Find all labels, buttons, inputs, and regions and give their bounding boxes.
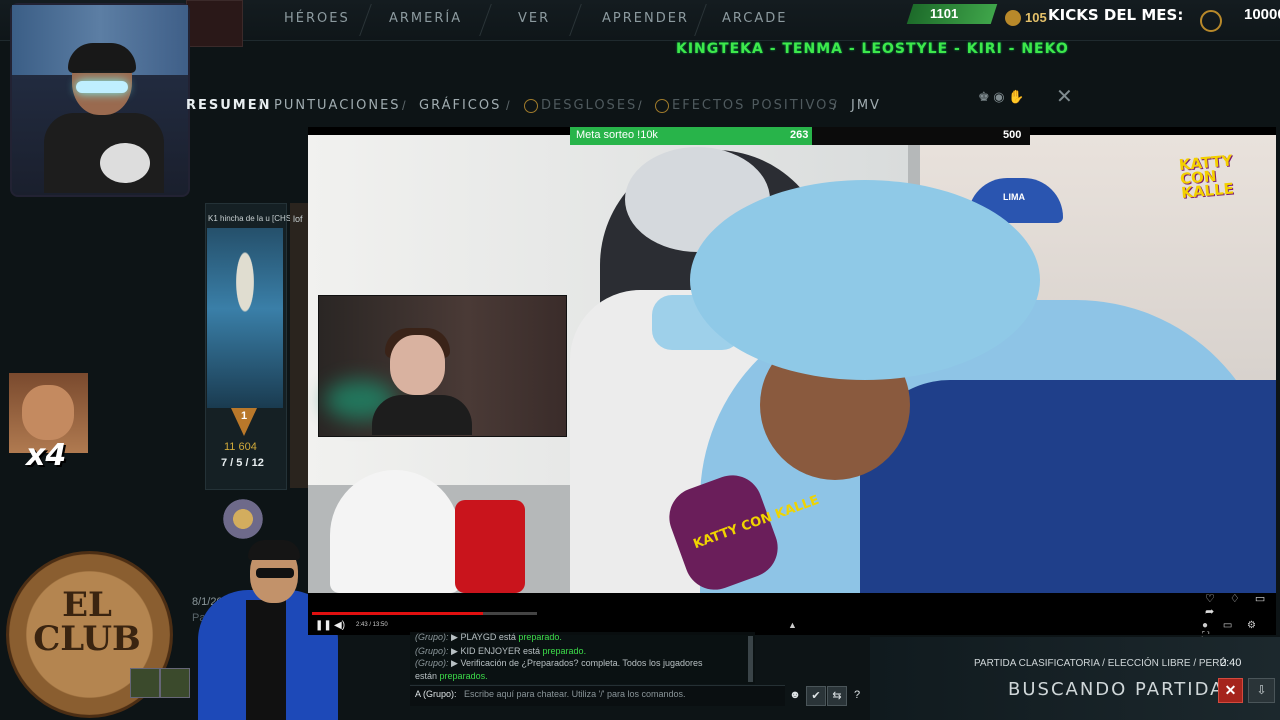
kicks-value: 10000 <box>1244 6 1280 23</box>
webcam-glasses <box>76 81 128 93</box>
matchmaking-timer: 2:40 <box>1220 657 1242 669</box>
video-hairnet <box>690 180 1040 380</box>
video-progress-fill <box>312 612 483 615</box>
tab-graphs[interactable]: GRÁFICOS <box>419 98 501 113</box>
cancel-search-button[interactable]: ✕ <box>1218 678 1243 703</box>
tab-separator: / <box>833 98 837 113</box>
help-icon[interactable]: ? <box>848 686 866 704</box>
chat-text: ¿Preparados? completa. Todos los jugador… <box>521 658 703 668</box>
nav-heroes[interactable]: HÉROES <box>284 11 350 26</box>
plus-lock-icon <box>655 99 669 113</box>
chat-status: preparado. <box>542 646 587 656</box>
plus-lock-icon <box>524 99 538 113</box>
chat-text: está <box>523 646 541 656</box>
goal-label: Meta sorteo !10k <box>576 129 658 141</box>
chat-channel: (Grupo): <box>415 632 449 642</box>
video-jacket <box>860 380 1276 593</box>
chat-channel: (Grupo): <box>415 646 449 656</box>
tab-separator: / <box>258 98 262 113</box>
net-worth: 11 604 <box>224 441 257 453</box>
chat-arrow-icon: ▶ <box>451 646 458 656</box>
goal-target: 500 <box>1003 129 1022 141</box>
tab-breakdowns[interactable]: DESGLOSES <box>541 98 637 113</box>
chat-scrollbar[interactable] <box>748 636 753 682</box>
emote-count: x4 <box>26 438 67 473</box>
kda-score: 7 / 5 / 12 <box>221 457 264 469</box>
chat-player: Verificación de <box>460 658 520 668</box>
webcam-cap <box>68 43 136 73</box>
tab-buffs[interactable]: EFECTOS POSITIVOS <box>672 98 839 113</box>
video-action-icons[interactable]: ♡ ♢ ▭ ➦ <box>1205 592 1280 618</box>
hero-portrait <box>207 228 283 408</box>
player-card[interactable] <box>290 203 308 488</box>
item-tile <box>130 668 160 698</box>
chevron-up-icon[interactable]: ▲ <box>788 620 797 630</box>
dota-logo-icon[interactable] <box>186 0 243 47</box>
chat-placeholder: Escribe aquí para chatear. Utiliza '/' p… <box>464 689 686 699</box>
video-white-container <box>330 470 460 593</box>
chat-player: están <box>415 671 438 681</box>
video-time: 2:43 / 13:50 <box>356 622 388 628</box>
close-icon[interactable]: ✕ <box>1056 84 1073 109</box>
webcam-shirt-graphic <box>100 143 150 183</box>
chat-text: está <box>498 632 516 642</box>
volume-icon[interactable]: ◀) <box>334 620 345 631</box>
chat-wheel-button[interactable]: ⇆ <box>827 686 847 706</box>
tab-separator: / <box>638 98 642 113</box>
chat-player: PLAYGD <box>460 632 497 642</box>
chat-status: preparados. <box>439 671 488 681</box>
emoji-icon[interactable]: ☻ <box>786 686 804 704</box>
minimize-search-button[interactable]: ⇩ <box>1248 678 1275 703</box>
tab-separator: / <box>506 98 510 113</box>
chat-line: (Grupo): ▶ PLAYGD está preparado. <box>415 632 562 643</box>
cutout-sunglasses <box>256 568 294 578</box>
gold-value: 105 <box>1025 10 1047 25</box>
cutout-person-shirt <box>246 600 286 720</box>
channel-logo: KATTY CON KALLE <box>1178 151 1235 202</box>
chat-line: (Grupo): ▶ Verificación de ¿Preparados? … <box>415 658 702 669</box>
medal-icon <box>218 498 268 540</box>
matchmaking-mode: PARTIDA CLASIFICATORIA / ELECCIÓN LIBRE … <box>974 658 1227 669</box>
club-logo-text: EL CLUB <box>33 585 141 659</box>
chat-line: (Grupo): ▶ KID ENJOYER está preparado. <box>415 646 586 657</box>
inset-person-body <box>372 395 472 435</box>
cutout-person-hair <box>248 540 300 560</box>
chat-status: preparado. <box>518 632 562 642</box>
matchmaking-status: BUSCANDO PARTIDA <box>1008 679 1225 700</box>
tab-mvp[interactable]: JMV <box>851 98 881 113</box>
item-tile <box>160 668 190 698</box>
pause-icon[interactable]: ❚❚ <box>315 620 332 631</box>
goal-current: 263 <box>790 129 809 141</box>
chat-channel: (Grupo): <box>415 658 449 668</box>
rank-number: 1 <box>241 410 248 422</box>
winners-ticker: KINGTEKA - TENMA - LEOSTYLE - KIRI - NEK… <box>676 41 1069 57</box>
chat-channel-prefix: A (Grupo): <box>415 689 457 699</box>
chat-arrow-icon: ▶ <box>451 632 458 642</box>
mmr-value: 1101 <box>930 6 959 21</box>
chat-arrow-icon: ▶ <box>451 658 458 668</box>
tab-separator: / <box>402 98 406 113</box>
chat-line: están preparados. <box>415 671 488 681</box>
emote-face <box>22 385 74 440</box>
nav-watch[interactable]: VER <box>518 11 550 26</box>
header-tools-icon[interactable]: ♚ ◉ ✋ <box>978 89 1024 105</box>
player-name: K1 hincha de la u [CHSA] <box>208 214 299 223</box>
player-name: lof <box>293 214 303 224</box>
item-tiles <box>130 668 190 698</box>
nav-armory[interactable]: ARMERÍA <box>389 11 462 26</box>
shards-icon <box>1200 10 1222 32</box>
kicks-label: KICKS DEL MES: <box>1048 6 1184 24</box>
inset-person-head <box>390 335 445 395</box>
nav-arcade[interactable]: ARCADE <box>722 11 787 26</box>
video-red-container <box>455 500 525 593</box>
video-cap-text: LIMA <box>1003 192 1025 202</box>
chat-player: KID ENJOYER <box>460 646 521 656</box>
gold-coin-icon <box>1005 10 1021 26</box>
ready-check-button[interactable]: ✔ <box>806 686 826 706</box>
tab-scores[interactable]: PUNTUACIONES <box>274 98 401 113</box>
nav-learn[interactable]: APRENDER <box>602 11 689 26</box>
